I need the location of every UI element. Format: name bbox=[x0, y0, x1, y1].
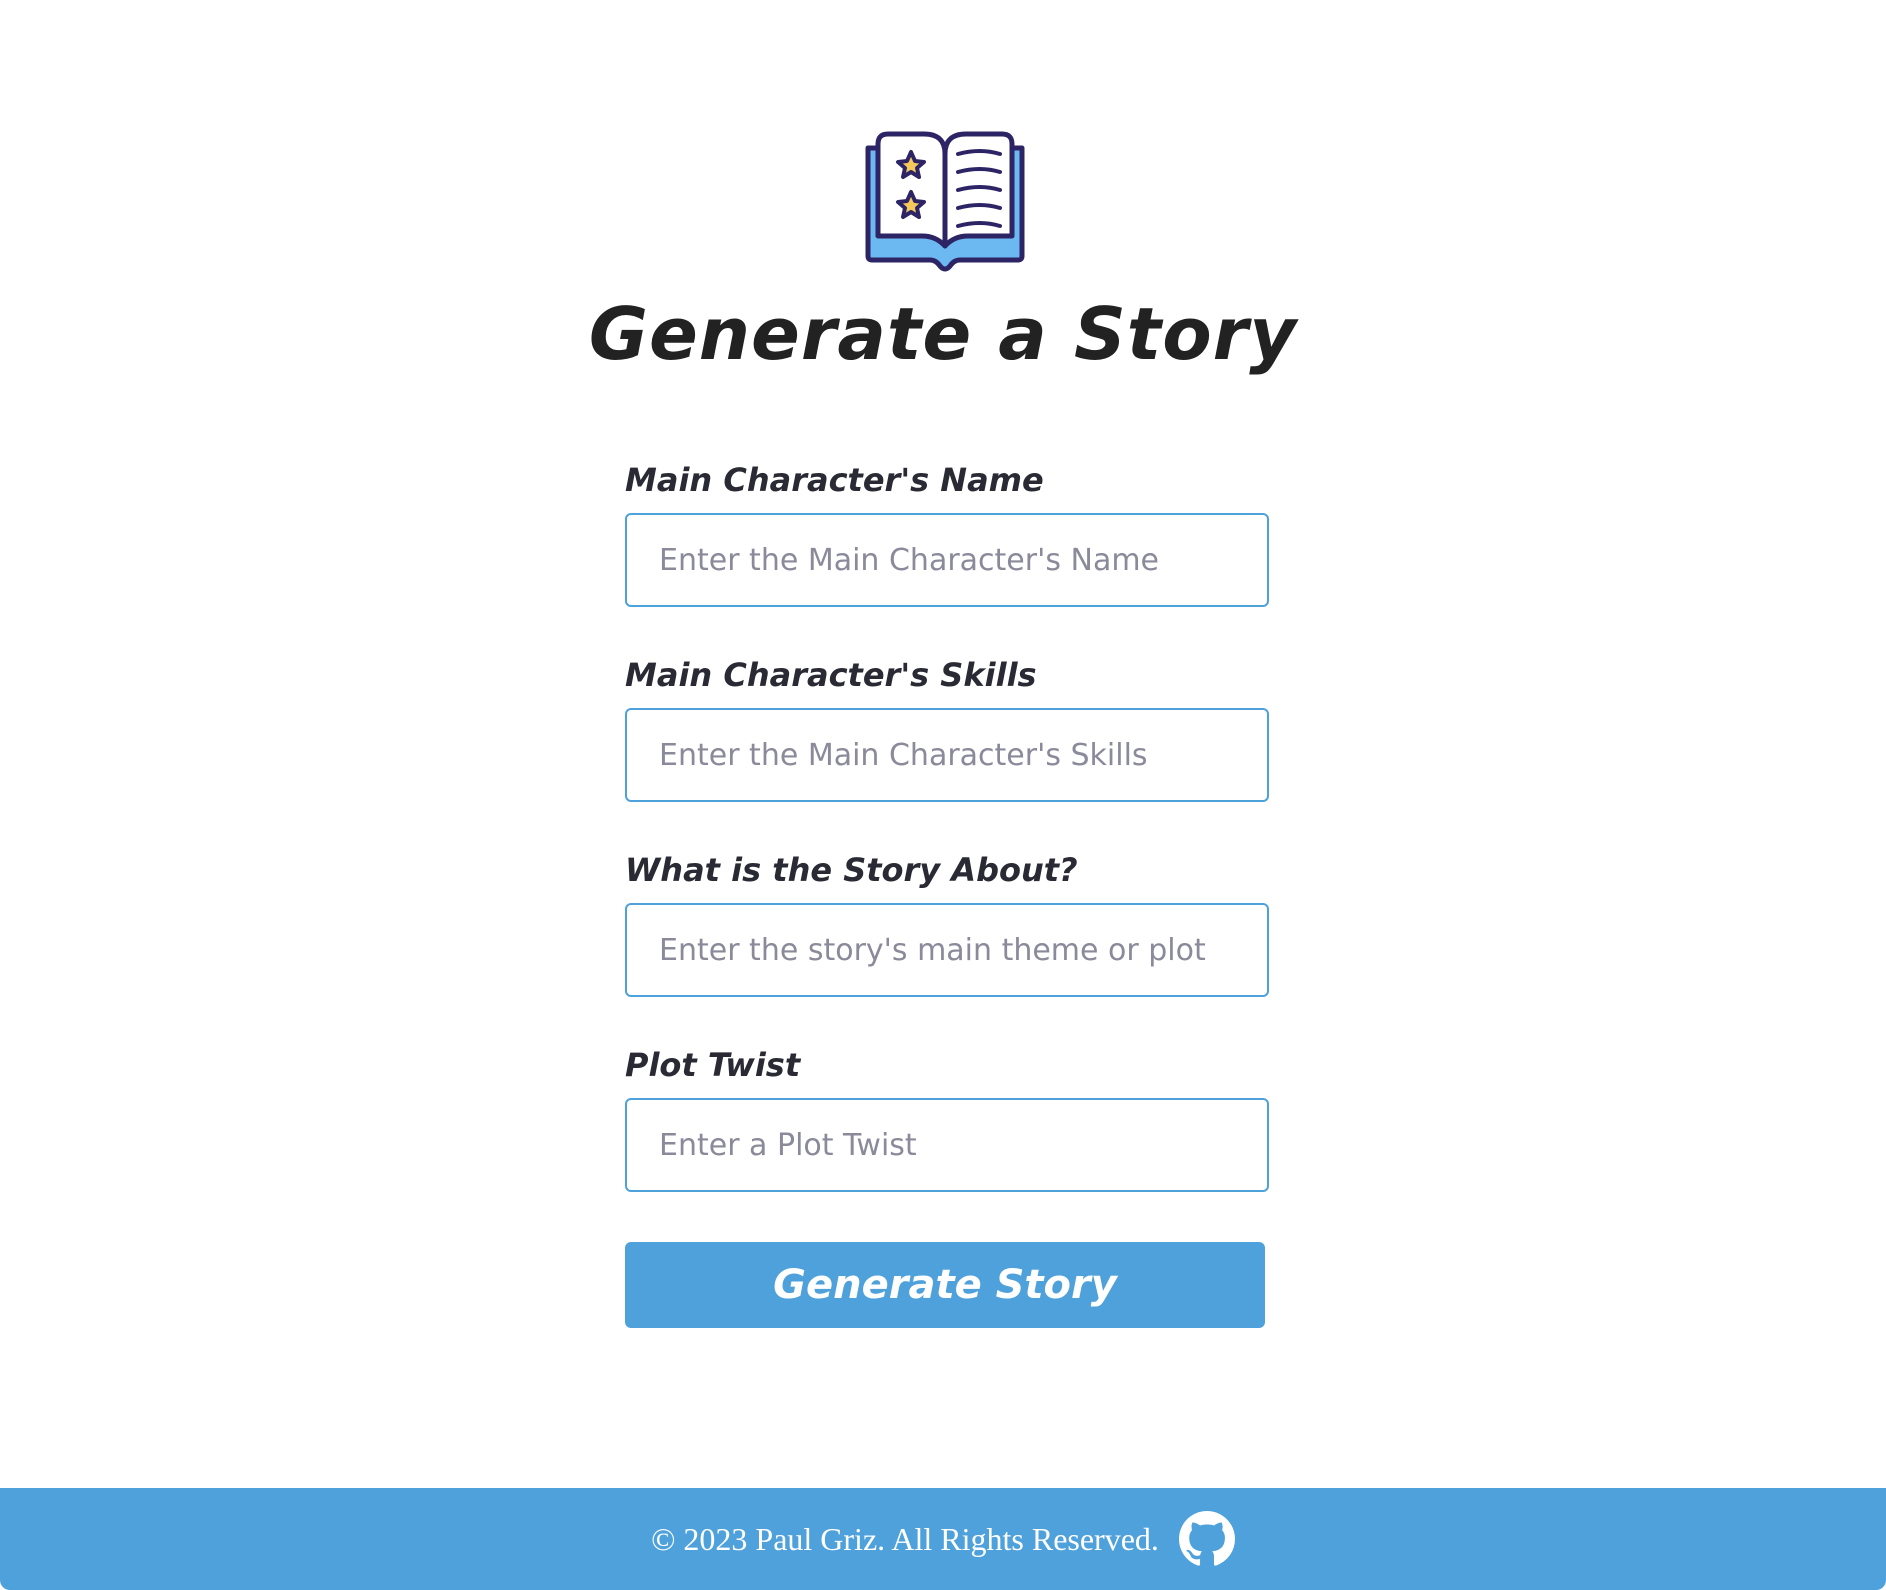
generate-story-button[interactable]: Generate Story bbox=[625, 1242, 1265, 1328]
copyright-text: © 2023 Paul Griz. All Rights Reserved. bbox=[651, 1520, 1159, 1557]
main-character-skills-label: Main Character's Skills bbox=[625, 656, 1037, 694]
main-character-skills-input[interactable] bbox=[625, 708, 1269, 802]
github-icon-graphic bbox=[1178, 1511, 1235, 1566]
main-character-name-label: Main Character's Name bbox=[625, 461, 1044, 499]
main-character-name-input[interactable] bbox=[625, 513, 1269, 607]
story-about-label: What is the Story About? bbox=[625, 851, 1078, 889]
story-generator-page: Generate a Story Main Character's Name M… bbox=[0, 0, 1886, 1488]
github-icon[interactable] bbox=[1178, 1511, 1235, 1567]
open-book-icon bbox=[865, 131, 1025, 272]
story-about-input[interactable] bbox=[625, 903, 1269, 997]
footer: © 2023 Paul Griz. All Rights Reserved. bbox=[0, 1488, 1886, 1590]
plot-twist-label: Plot Twist bbox=[625, 1046, 801, 1084]
page-title: Generate a Story bbox=[588, 292, 1298, 376]
plot-twist-input[interactable] bbox=[625, 1098, 1269, 1192]
